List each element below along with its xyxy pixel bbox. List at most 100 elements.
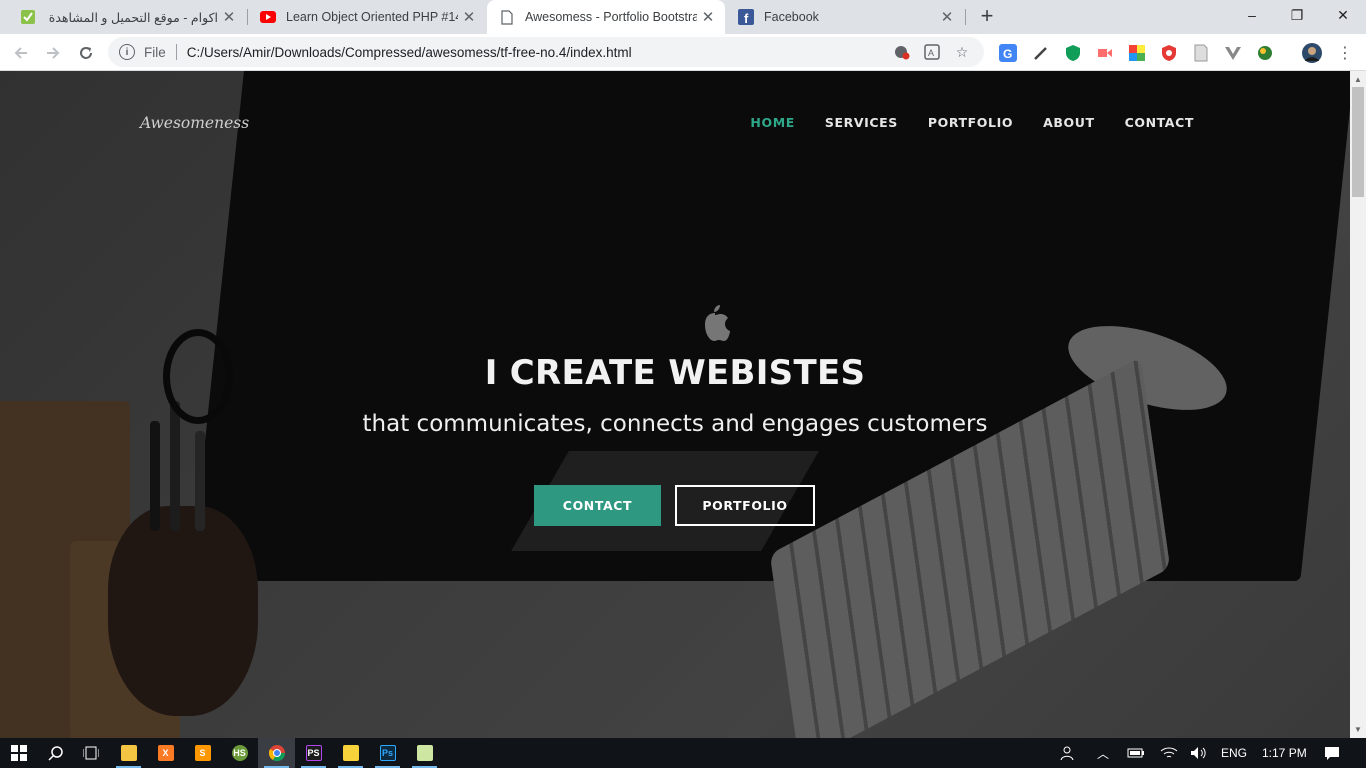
reload-icon (80, 47, 92, 59)
search-button[interactable] (37, 738, 74, 768)
close-tab-icon[interactable]: ✕ (458, 8, 480, 26)
nav-portfolio[interactable]: PORTFOLIO (928, 115, 1013, 130)
taskbar-sublime[interactable]: S (184, 738, 221, 768)
svg-text:f: f (744, 11, 749, 25)
tab-akwam[interactable]: اكوام - موقع التحميل و المشاهدة ال ✕ (8, 0, 246, 34)
page-icon (499, 9, 515, 25)
address-divider (175, 44, 177, 60)
google-translate-extension-icon[interactable]: G (999, 44, 1017, 62)
taskbar-sticky-notes[interactable] (332, 738, 369, 768)
tab-title: Awesomess - Portfolio Bootstrap (525, 10, 697, 24)
tray-overflow[interactable]: ︿ (1097, 738, 1109, 768)
hero-subtitle: that communicates, connects and engages … (362, 411, 988, 437)
bookmark-star-icon[interactable]: ☆ (954, 44, 970, 60)
hotspot-icon: HS (231, 745, 248, 761)
taskbar-hotspot[interactable]: HS (221, 738, 258, 768)
windows-taskbar: X S HS PS Ps ︿ ENG 1:17 PM (0, 738, 1366, 768)
hero-dark-overlay (0, 71, 1350, 738)
back-arrow-icon (14, 47, 27, 59)
new-tab-button[interactable]: + (975, 5, 999, 29)
vue-devtools-extension-icon[interactable] (1224, 44, 1242, 62)
forward-arrow-icon (47, 47, 60, 59)
file-explorer-icon (120, 745, 137, 761)
nav-services[interactable]: SERVICES (825, 115, 898, 130)
nav-home[interactable]: HOME (750, 115, 794, 130)
tray-battery[interactable] (1127, 738, 1145, 768)
taskbar-photoshop[interactable]: Ps (369, 738, 406, 768)
taskbar-file-explorer[interactable] (110, 738, 147, 768)
svg-text:G: G (1003, 47, 1012, 61)
photoshop-icon: Ps (379, 745, 396, 761)
pdf-extension-icon[interactable] (1192, 44, 1210, 62)
address-bar[interactable]: i File C:/Users/Amir/Downloads/Compresse… (108, 37, 984, 67)
hero-title: I CREATE WEBISTES (484, 353, 866, 393)
taskbar-notepad[interactable] (406, 738, 443, 768)
nav-about[interactable]: ABOUT (1043, 115, 1095, 130)
sticky-notes-icon (342, 745, 359, 761)
tab-title: Facebook (764, 10, 819, 24)
xampp-icon: X (157, 745, 174, 761)
url-text[interactable]: C:/Users/Amir/Downloads/Compressed/aweso… (187, 45, 894, 60)
adblock-extension-icon[interactable] (1160, 44, 1178, 62)
search-icon (47, 746, 63, 761)
tab-title: اكوام - موقع التحميل و المشاهدة ال (46, 10, 218, 25)
globe-extension-icon[interactable] (1256, 44, 1274, 62)
tray-language[interactable]: ENG (1221, 738, 1247, 768)
screencast-extension-icon[interactable] (1096, 44, 1114, 62)
close-tab-icon[interactable]: ✕ (697, 8, 719, 26)
taskbar-phpstorm[interactable]: PS (295, 738, 332, 768)
start-icon (10, 745, 27, 761)
tab-title: Learn Object Oriented PHP #14 - (286, 10, 458, 24)
back-button[interactable] (9, 41, 33, 65)
menu-kebab-icon[interactable]: ⋮ (1336, 44, 1354, 62)
tab-awesomess[interactable]: Awesomess - Portfolio Bootstrap ✕ (487, 0, 725, 34)
people-icon (1060, 746, 1074, 761)
scheme-label: File (144, 44, 166, 60)
tray-clock[interactable]: 1:17 PM (1262, 738, 1307, 768)
scroll-down-arrow-icon[interactable]: ▼ (1354, 725, 1362, 734)
color-palette-extension-icon[interactable] (1128, 44, 1146, 62)
tab-separator (965, 9, 966, 25)
forward-button[interactable] (41, 41, 65, 65)
browser-toolbar: i File C:/Users/Amir/Downloads/Compresse… (0, 34, 1366, 71)
close-tab-icon[interactable]: ✕ (218, 8, 240, 26)
taskbar-chrome[interactable] (258, 738, 295, 768)
chrome-icon (268, 745, 285, 761)
scroll-up-arrow-icon[interactable]: ▲ (1354, 75, 1362, 84)
shield-extension-icon[interactable] (1064, 44, 1082, 62)
tab-facebook[interactable]: f Facebook ✕ (726, 0, 964, 34)
tab-youtube[interactable]: Learn Object Oriented PHP #14 - ✕ (248, 0, 486, 34)
wifi-icon (1160, 747, 1178, 758)
svg-text:A: A (928, 48, 934, 58)
taskbar-xampp[interactable]: X (147, 738, 184, 768)
hero-portfolio-button[interactable]: PORTFOLIO (675, 485, 815, 526)
sublime-icon: S (194, 745, 211, 761)
translate-icon[interactable]: A (924, 44, 940, 60)
tray-volume[interactable] (1190, 738, 1208, 768)
tray-people[interactable] (1060, 738, 1078, 768)
site-logo[interactable]: Awesomeness (140, 114, 249, 132)
minimize-button[interactable]: – (1229, 0, 1275, 30)
hero-contact-button[interactable]: CONTACT (534, 485, 661, 526)
site-info-icon[interactable]: i (119, 44, 135, 60)
eyedropper-extension-icon[interactable] (1032, 44, 1050, 62)
task-view-icon (82, 746, 99, 760)
cookie-blocked-icon[interactable] (894, 44, 910, 60)
page-scrollbar[interactable]: ▲ ▼ (1350, 71, 1366, 738)
profile-avatar-icon[interactable] (1302, 43, 1322, 63)
tray-wifi[interactable] (1160, 738, 1178, 768)
nav-contact[interactable]: CONTACT (1125, 115, 1194, 130)
task-view-button[interactable] (72, 738, 109, 768)
start-button[interactable] (0, 738, 37, 768)
reload-button[interactable] (74, 41, 98, 65)
battery-icon (1127, 748, 1144, 758)
page-viewport: Awesomeness HOME SERVICES PORTFOLIO ABOU… (0, 71, 1350, 738)
chevron-up-icon: ︿ (1097, 746, 1110, 761)
site-nav: HOME SERVICES PORTFOLIO ABOUT CONTACT (750, 115, 1194, 130)
close-tab-icon[interactable]: ✕ (936, 8, 958, 26)
scroll-thumb[interactable] (1352, 87, 1364, 197)
notepad-icon (416, 745, 433, 761)
close-window-button[interactable]: ✕ (1320, 0, 1366, 30)
tray-action-center[interactable] (1324, 738, 1340, 768)
restore-button[interactable]: ❐ (1274, 0, 1320, 30)
